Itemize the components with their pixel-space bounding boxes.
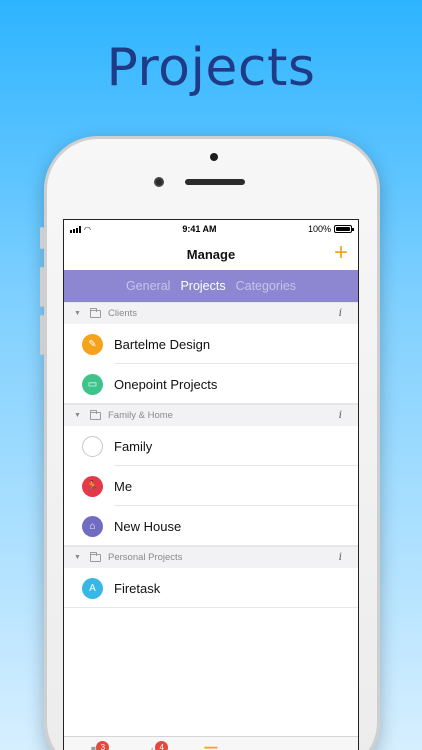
folder-icon	[90, 409, 101, 420]
info-icon[interactable]: i	[339, 410, 342, 421]
tab-more[interactable]: •••More	[299, 737, 358, 750]
volume-up-button	[40, 267, 44, 307]
page-headline: Projects	[106, 38, 316, 98]
segment-general[interactable]: General	[126, 279, 170, 293]
project-list: ▼ Clients i ✎ Bartelme Design ▭ Onepoint Proje…	[64, 302, 358, 608]
group-header[interactable]: ▼ Personal Projects i	[64, 546, 358, 568]
project-label: New House	[114, 518, 182, 534]
folder-icon	[90, 551, 101, 562]
status-time: 9:41 AM	[182, 224, 217, 234]
tab-collect[interactable]: ⬇Collect3	[64, 737, 123, 750]
phone-frame: ◠ 9:41 AM 100% Manage + General Projects C…	[40, 136, 380, 750]
runner-icon: 🏃	[82, 475, 103, 497]
group-header[interactable]: ▼ Clients i	[64, 302, 358, 324]
volume-down-button	[40, 315, 44, 355]
group-title: Clients	[108, 308, 138, 319]
project-row[interactable]: ▭ Onepoint Projects	[64, 364, 358, 404]
add-project-button[interactable]: +	[334, 241, 348, 265]
info-icon[interactable]: i	[339, 552, 342, 563]
proximity-sensor	[210, 153, 218, 161]
app-screen: ◠ 9:41 AM 100% Manage + General Projects C…	[63, 219, 359, 750]
more-icon: •••	[319, 744, 338, 750]
status-bar: ◠ 9:41 AM 100%	[64, 220, 358, 238]
glasses-icon: ∞	[263, 744, 276, 750]
group-title: Personal Projects	[108, 552, 183, 563]
project-label: Me	[114, 478, 133, 494]
disclosure-triangle-icon[interactable]: ▼	[74, 554, 84, 561]
project-label: Family	[114, 438, 153, 454]
tab-manage[interactable]: ☰Manage	[182, 737, 241, 750]
app-store-icon: A	[82, 577, 103, 599]
group-title: Family & Home	[108, 410, 173, 421]
project-label: Firetask	[114, 580, 161, 596]
segment-categories[interactable]: Categories	[236, 279, 296, 293]
navigation-bar: Manage +	[64, 238, 358, 270]
badge-count: 4	[155, 741, 169, 750]
house-icon: ⌂	[82, 515, 103, 537]
folder-icon	[90, 307, 101, 318]
project-row[interactable]: A Firetask	[64, 568, 358, 608]
tab-focus[interactable]: ☆Focus4	[123, 737, 182, 750]
project-row[interactable]: Family	[64, 426, 358, 466]
project-label: Bartelme Design	[114, 336, 211, 352]
mute-switch	[40, 227, 44, 249]
disclosure-triangle-icon[interactable]: ▼	[74, 412, 84, 419]
tab-review[interactable]: ∞Review	[240, 737, 299, 750]
segment-projects[interactable]: Projects	[180, 279, 225, 293]
project-row[interactable]: ⌂ New House	[64, 506, 358, 546]
front-camera	[154, 177, 164, 187]
group-header[interactable]: ▼ Family & Home i	[64, 404, 358, 426]
wifi-icon: ◠	[84, 224, 91, 234]
stack-icon: ☰	[203, 744, 219, 750]
project-label: Onepoint Projects	[114, 376, 218, 392]
pencil-icon: ✎	[82, 333, 103, 355]
signal-icon	[70, 225, 81, 233]
segmented-control: General Projects Categories	[64, 270, 358, 302]
project-row[interactable]: ✎ Bartelme Design	[64, 324, 358, 364]
battery-percent: 100%	[307, 224, 331, 234]
info-icon[interactable]: i	[339, 308, 342, 319]
empty-circle-icon	[82, 435, 103, 457]
nav-title: Manage	[186, 246, 236, 262]
laptop-icon: ▭	[82, 373, 103, 395]
badge-count: 3	[96, 741, 110, 750]
disclosure-triangle-icon[interactable]: ▼	[74, 310, 84, 317]
battery-icon	[333, 225, 354, 233]
tab-bar: ⬇Collect3☆Focus4☰Manage∞Review•••More	[64, 736, 358, 750]
earpiece-speaker	[185, 179, 245, 185]
project-row[interactable]: 🏃 Me	[64, 466, 358, 506]
